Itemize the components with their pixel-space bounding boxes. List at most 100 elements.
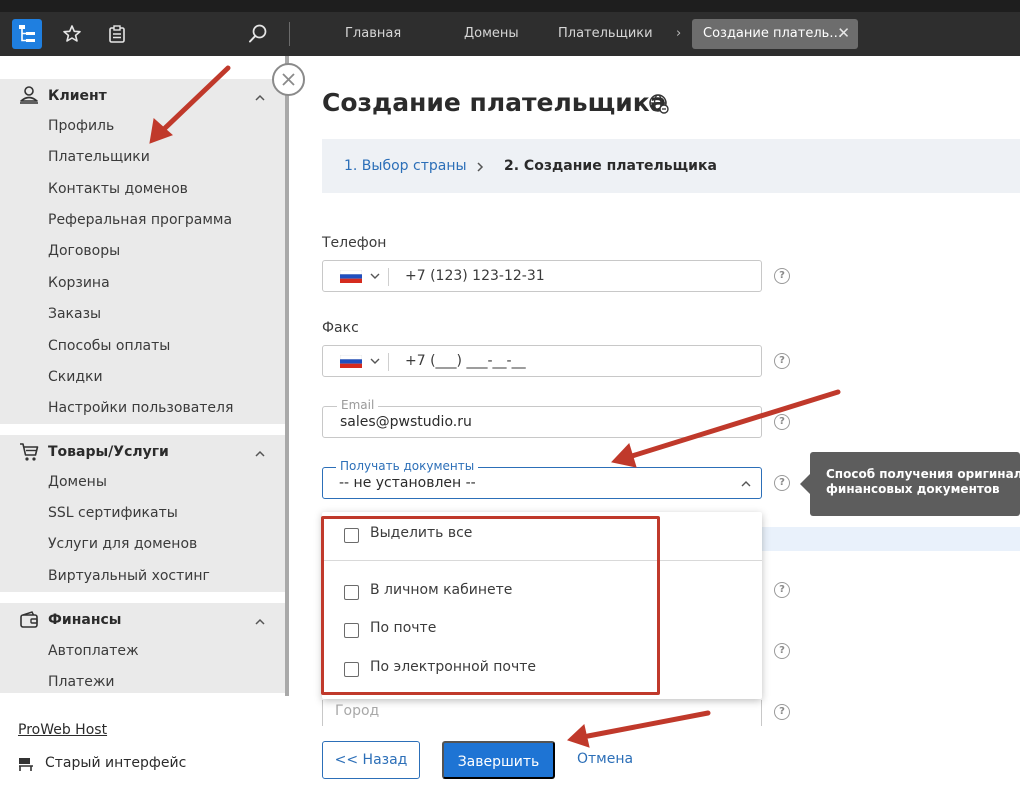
option-label: В личном кабинете <box>370 582 513 598</box>
sidebar-scrollbar[interactable] <box>285 56 289 696</box>
help-icon[interactable]: ? <box>774 475 790 491</box>
sidebar-item-referral[interactable]: Реферальная программа <box>48 212 232 228</box>
chevron-down-icon[interactable] <box>370 272 380 280</box>
tooltip-arrow <box>800 474 810 494</box>
sidebar-item-payers[interactable]: Плательщики <box>48 149 150 165</box>
top-bar: Главная Домены Плательщики › Создание пл… <box>0 12 1020 56</box>
phone-label: Телефон <box>322 235 387 251</box>
old-interface-link[interactable]: Старый интерфейс <box>45 755 186 771</box>
sitemap-logo-icon[interactable] <box>12 19 42 49</box>
finish-button[interactable]: Завершить <box>442 741 555 779</box>
search-icon[interactable] <box>247 23 269 45</box>
help-icon[interactable]: ? <box>774 582 790 598</box>
help-icon[interactable]: ? <box>774 353 790 369</box>
documents-select[interactable]: Получать документы -- не установлен -- <box>322 459 762 499</box>
sidebar-section-title-client[interactable]: Клиент <box>48 88 107 104</box>
sidebar-section-goods: Товары/Услуги Домены SSL сертификаты Усл… <box>0 435 285 592</box>
chevron-up-icon[interactable] <box>254 445 266 457</box>
phone-value[interactable]: +7 (123) 123-12-31 <box>405 268 545 284</box>
page-title: Создание плательщика <box>322 88 667 117</box>
phone-field[interactable]: +7 (123) 123-12-31 <box>322 260 762 292</box>
topbar-link-domains[interactable]: Домены <box>464 26 519 41</box>
topbar-active-tab[interactable]: Создание платель… ✕ <box>692 19 858 49</box>
topbar-chevron: › <box>676 26 682 41</box>
sidebar-item-domain-services[interactable]: Услуги для доменов <box>48 536 197 552</box>
chevron-up-icon[interactable] <box>254 613 266 625</box>
active-tab-label: Создание платель… <box>703 26 843 41</box>
city-field[interactable]: Город <box>322 700 762 726</box>
chevron-right-icon <box>474 158 486 172</box>
russia-flag-icon[interactable] <box>340 270 362 283</box>
sidebar-item-orders[interactable]: Заказы <box>48 306 101 322</box>
email-value[interactable]: sales@pwstudio.ru <box>340 414 472 430</box>
sidebar-section-finance: Финансы Автоплатеж Платежи <box>0 603 285 693</box>
documents-value[interactable]: -- не установлен -- <box>339 475 476 491</box>
sidebar-item-ssl[interactable]: SSL сертификаты <box>48 505 178 521</box>
star-icon[interactable] <box>61 23 83 45</box>
help-icon[interactable]: ? <box>774 643 790 659</box>
documents-label: Получать документы <box>336 459 479 473</box>
wallet-icon <box>18 609 40 631</box>
email-field[interactable]: Email sales@pwstudio.ru <box>322 398 762 438</box>
sidebar-section-title-finance[interactable]: Финансы <box>48 612 121 628</box>
checkbox[interactable] <box>344 662 359 677</box>
tooltip: Способ получения оригиналов финансовых д… <box>810 452 1020 516</box>
sidebar-item-cart[interactable]: Корзина <box>48 275 110 291</box>
annotation-arrowhead <box>567 724 590 748</box>
tooltip-line: финансовых документов <box>826 482 1000 496</box>
help-icon[interactable]: ? <box>774 414 790 430</box>
field-divider <box>388 353 389 371</box>
checkbox[interactable] <box>344 623 359 638</box>
user-stamp-icon <box>18 84 40 106</box>
sidebar-section-title-goods[interactable]: Товары/Услуги <box>48 444 169 460</box>
chevron-up-icon[interactable] <box>254 89 266 101</box>
email-label: Email <box>337 398 379 412</box>
fax-value[interactable]: +7 (___) ___-__-__ <box>405 353 526 369</box>
help-icon[interactable]: ? <box>774 704 790 720</box>
russia-flag-icon[interactable] <box>340 355 362 368</box>
city-placeholder: Город <box>335 703 380 719</box>
option-label: По почте <box>370 620 437 636</box>
option-label: Выделить все <box>370 525 473 541</box>
sidebar-item-domains[interactable]: Домены <box>48 474 107 490</box>
sidebar-item-discounts[interactable]: Скидки <box>48 369 103 385</box>
sidebar: Клиент Профиль Плательщики Контакты доме… <box>0 56 289 794</box>
sidebar-item-payments[interactable]: Платежи <box>48 674 115 690</box>
checkbox[interactable] <box>344 528 359 543</box>
close-icon <box>282 73 295 86</box>
sidebar-item-hosting[interactable]: Виртуальный хостинг <box>48 568 210 584</box>
tooltip-text: Способ получения оригиналов финансовых д… <box>826 467 1020 497</box>
step-create-payer: 2. Создание плательщика <box>504 158 717 174</box>
dropdown-divider <box>322 560 762 561</box>
field-divider <box>388 268 389 286</box>
chevron-up-icon[interactable] <box>741 480 751 488</box>
topbar-link-home[interactable]: Главная <box>345 26 401 41</box>
sidebar-item-profile[interactable]: Профиль <box>48 118 114 134</box>
sidebar-item-contracts[interactable]: Договоры <box>48 243 120 259</box>
sidebar-item-domain-contacts[interactable]: Контакты доменов <box>48 181 188 197</box>
sidebar-item-autopay[interactable]: Автоплатеж <box>48 643 139 659</box>
clipboard-list-icon[interactable] <box>106 23 128 45</box>
sidebar-item-payment-methods[interactable]: Способы оплаты <box>48 338 170 354</box>
step-select-country[interactable]: 1. Выбор страны <box>344 158 467 174</box>
chevron-down-icon[interactable] <box>370 357 380 365</box>
stepper: 1. Выбор страны 2. Создание плательщика <box>322 139 1020 193</box>
desk-icon <box>18 756 34 772</box>
sidebar-item-user-settings[interactable]: Настройки пользователя <box>48 400 233 416</box>
close-sidebar-button[interactable] <box>272 63 305 96</box>
proweb-host-link[interactable]: ProWeb Host <box>18 722 107 738</box>
annotation-arrowhead <box>611 443 637 468</box>
documents-dropdown: Выделить все В личном кабинете По почте … <box>322 512 762 699</box>
help-icon[interactable]: ? <box>774 268 790 284</box>
globe-icon <box>648 93 670 115</box>
window-top-strip <box>0 0 1020 12</box>
highlighted-row <box>762 527 1020 551</box>
cancel-link[interactable]: Отмена <box>577 751 633 767</box>
sidebar-section-client: Клиент Профиль Плательщики Контакты доме… <box>0 79 285 424</box>
fax-field[interactable]: +7 (___) ___-__-__ <box>322 345 762 377</box>
topbar-link-payers[interactable]: Плательщики <box>558 26 653 41</box>
checkbox[interactable] <box>344 585 359 600</box>
close-tab-icon[interactable]: ✕ <box>837 24 850 42</box>
topbar-divider <box>289 22 290 46</box>
back-button[interactable]: << Назад <box>322 741 420 779</box>
